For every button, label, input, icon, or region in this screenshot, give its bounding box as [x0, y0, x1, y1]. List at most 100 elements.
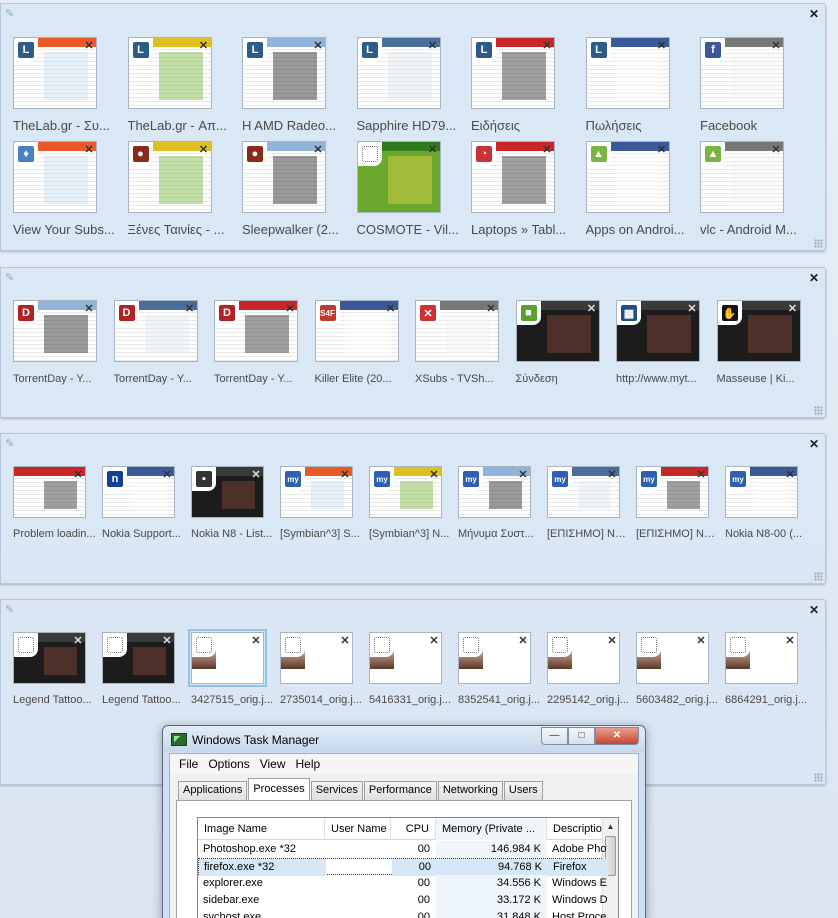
tab-close-icon[interactable]: ✕	[787, 303, 799, 315]
resize-grip-icon[interactable]	[814, 406, 823, 415]
tab-thumbnail[interactable]: ✕ 8352541_orig.j...	[458, 632, 541, 730]
tab-thumbnail[interactable]: ✕ 3427515_orig.j...	[188, 629, 274, 730]
tab-thumbnail[interactable]: ▪ ✕ Nokia N8 - List...	[191, 466, 274, 564]
column-description[interactable]: Description	[547, 818, 607, 840]
tab-thumbnail[interactable]: ▦ ✕ http://www.myt...	[616, 300, 711, 398]
tab-close-icon[interactable]: ✕	[284, 303, 296, 315]
process-row[interactable]: Photoshop.exe *32 00 146.984 K Adobe Photos…	[198, 841, 607, 858]
tab-close-icon[interactable]: ✕	[784, 635, 796, 647]
tab-close-icon[interactable]: ✕	[770, 40, 782, 52]
process-row[interactable]: firefox.exe *32 00 94.768 K Firefox	[198, 858, 608, 876]
tab-thumbnail[interactable]: ✕ Legend Tattoo...	[102, 632, 185, 730]
tab-performance[interactable]: Performance	[363, 781, 437, 800]
tab-close-icon[interactable]: ✕	[161, 635, 173, 647]
pencil-icon[interactable]: ✎	[5, 7, 19, 21]
tab-close-icon[interactable]: ✕	[517, 469, 529, 481]
tab-close-icon[interactable]: ✕	[517, 635, 529, 647]
pencil-icon[interactable]: ✎	[5, 603, 19, 617]
tab-close-icon[interactable]: ✕	[250, 469, 262, 481]
tab-close-icon[interactable]: ✕	[312, 144, 324, 156]
tab-group-3[interactable]: ✎ ✕ ✕ Problem loadin... n ✕ Nokia Support...…	[0, 433, 826, 584]
tab-close-icon[interactable]: ✕	[695, 469, 707, 481]
minimize-button[interactable]: —	[541, 727, 568, 745]
tab-thumbnail[interactable]: ✕ 2735014_orig.j...	[280, 632, 363, 730]
tab-thumbnail[interactable]: L ✕ TheLab.gr - Απ...	[127, 37, 237, 135]
tab-networking[interactable]: Networking	[437, 781, 503, 800]
tab-close-icon[interactable]: ✕	[184, 303, 196, 315]
tab-thumbnail[interactable]: ✕ Legend Tattoo...	[13, 632, 96, 730]
tab-thumbnail[interactable]: ✕ Problem loadin...	[13, 466, 96, 564]
tab-close-icon[interactable]: ✕	[427, 144, 439, 156]
tab-thumbnail[interactable]: my ✕ [ΕΠΙΣΗΜΟ] No...	[547, 466, 630, 564]
tab-close-icon[interactable]: ✕	[198, 40, 210, 52]
tab-thumbnail[interactable]: L ✕ TheLab.gr - Συ...	[13, 37, 122, 135]
tab-close-icon[interactable]: ✕	[385, 303, 397, 315]
tab-close-icon[interactable]: ✕	[312, 40, 324, 52]
process-row[interactable]: explorer.exe 00 34.556 K Windows Explorer	[198, 875, 607, 892]
tab-thumbnail[interactable]: ✋ ✕ Masseuse | Ki...	[716, 300, 812, 398]
tab-thumbnail[interactable]: my ✕ [Symbian^3] N...	[369, 466, 452, 564]
maximize-button[interactable]: □	[568, 727, 595, 745]
close-icon[interactable]: ✕	[808, 604, 820, 616]
tab-thumbnail[interactable]: ▲ ✕ vlc - Android M...	[700, 141, 809, 239]
task-manager-window[interactable]: Windows Task Manager — □ ✕ File Options …	[162, 725, 646, 918]
tab-thumbnail[interactable]: S4F ✕ Killer Elite (20...	[314, 300, 410, 398]
column-cpu[interactable]: CPU	[391, 818, 436, 840]
close-icon[interactable]: ✕	[808, 272, 820, 284]
tab-close-icon[interactable]: ✕	[428, 635, 440, 647]
tab-close-icon[interactable]: ✕	[770, 144, 782, 156]
menu-options[interactable]: Options	[203, 757, 254, 771]
tab-thumbnail[interactable]: D ✕ TorrentDay - Y...	[113, 300, 209, 398]
tab-services[interactable]: Services	[310, 781, 363, 800]
tab-thumbnail[interactable]: my ✕ [ΕΠΙΣΗΜΟ] No...	[636, 466, 719, 564]
tab-thumbnail[interactable]: ◔ ✕ Laptops » Tabl...	[471, 141, 580, 239]
tab-thumbnail[interactable]: ■ ✕ Σύνδεση	[515, 300, 611, 398]
tab-thumbnail[interactable]: ✕ 5416331_orig.j...	[369, 632, 452, 730]
menu-view[interactable]: View	[255, 757, 291, 771]
tab-thumbnail[interactable]: ♦ ✕ View Your Subs...	[13, 141, 122, 239]
tab-thumbnail[interactable]: ✕ 2295142_orig.j...	[547, 632, 630, 730]
column-memory[interactable]: Memory (Private ...	[436, 818, 547, 840]
tab-close-icon[interactable]: ✕	[686, 303, 698, 315]
tab-close-icon[interactable]: ✕	[250, 635, 262, 647]
close-icon[interactable]: ✕	[808, 8, 820, 20]
resize-grip-icon[interactable]	[814, 572, 823, 581]
tab-thumbnail[interactable]: f ✕ Facebook	[700, 37, 809, 135]
tab-thumbnail[interactable]: L ✕ Ειδήσεις	[471, 37, 580, 135]
tab-applications[interactable]: Applications	[178, 781, 248, 800]
menu-help[interactable]: Help	[291, 757, 326, 771]
tab-thumbnail[interactable]: my ✕ [Symbian^3] S...	[280, 466, 363, 564]
tab-thumbnail[interactable]: D ✕ TorrentDay - Y...	[13, 300, 108, 398]
pencil-icon[interactable]: ✎	[5, 271, 19, 285]
tab-thumbnail[interactable]: ✕ ✕ XSubs - TVSh...	[415, 300, 510, 398]
tab-close-icon[interactable]: ✕	[72, 635, 84, 647]
tab-thumbnail[interactable]: ● ✕ Sleepwalker (2...	[242, 141, 351, 239]
tab-close-icon[interactable]: ✕	[485, 303, 497, 315]
tab-close-icon[interactable]: ✕	[198, 144, 210, 156]
tab-thumbnail[interactable]: ✕ 6864291_orig.j...	[725, 632, 808, 730]
tab-thumbnail[interactable]: L ✕ Πωλήσεις	[585, 37, 695, 135]
process-row[interactable]: sidebar.exe 00 33.172 K Windows Desktop Gad…	[198, 892, 607, 909]
resize-grip-icon[interactable]	[814, 239, 823, 248]
scroll-up-icon[interactable]: ▲	[603, 818, 618, 835]
tab-close-icon[interactable]: ✕	[339, 635, 351, 647]
tab-close-icon[interactable]: ✕	[83, 40, 95, 52]
resize-grip-icon[interactable]	[814, 773, 823, 782]
tab-close-icon[interactable]: ✕	[541, 40, 553, 52]
tab-close-icon[interactable]: ✕	[161, 469, 173, 481]
tab-processes[interactable]: Processes	[248, 778, 310, 800]
tab-close-icon[interactable]: ✕	[72, 469, 84, 481]
menu-file[interactable]: File	[174, 757, 203, 771]
tab-thumbnail[interactable]: D ✕ TorrentDay - Y...	[214, 300, 309, 398]
tab-thumbnail[interactable]: L ✕ Sapphire HD79...	[356, 37, 466, 135]
tab-thumbnail[interactable]: ✕ 5603482_orig.j...	[636, 632, 719, 730]
tab-thumbnail[interactable]: n ✕ Nokia Support...	[102, 466, 185, 564]
title-bar[interactable]: Windows Task Manager — □ ✕	[163, 726, 645, 752]
tab-group-1[interactable]: ✎ ✕ L ✕ TheLab.gr - Συ... L ✕ TheLab.gr - Απ.…	[0, 3, 826, 251]
tab-close-icon[interactable]: ✕	[695, 635, 707, 647]
tab-close-icon[interactable]: ✕	[656, 144, 668, 156]
column-user-name[interactable]: User Name	[325, 818, 391, 840]
process-row[interactable]: svchost.exe 00 31.848 K Host Process	[198, 909, 607, 918]
process-list[interactable]: Image Name User Name CPU Memory (Private…	[197, 817, 619, 918]
tab-close-icon[interactable]: ✕	[606, 635, 618, 647]
